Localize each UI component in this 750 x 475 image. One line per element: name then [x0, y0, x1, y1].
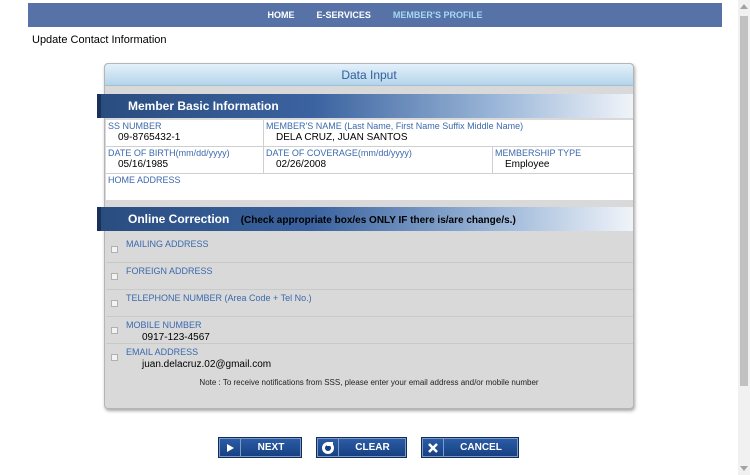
telephone-label: TELEPHONE NUMBER (Area Code + Tel No.)	[126, 293, 312, 303]
correction-row-foreign: FOREIGN ADDRESS	[106, 263, 633, 290]
email-checkbox[interactable]	[111, 354, 118, 361]
scroll-down-icon[interactable]	[740, 466, 748, 471]
mobile-value: 0917-123-4567	[142, 332, 210, 343]
data-input-panel: Data Input Member Basic Information SS N…	[97, 63, 634, 409]
dob-label: DATE OF BIRTH(mm/dd/yyyy)	[108, 148, 230, 158]
foreign-address-checkbox[interactable]	[111, 273, 118, 280]
email-value: juan.delacruz.02@gmail.com	[142, 359, 272, 370]
mailing-address-checkbox[interactable]	[111, 246, 118, 253]
online-correction-header: Online Correction (Check appropriate box…	[97, 207, 633, 231]
ss-number-label: SS NUMBER	[108, 121, 162, 131]
cancel-button-label: CANCEL	[460, 442, 502, 453]
nav-members-profile[interactable]: MEMBER'S PROFILE	[382, 10, 494, 20]
dob-cell: DATE OF BIRTH(mm/dd/yyyy) 05/16/1985	[106, 147, 264, 173]
member-name-cell: MEMBER'S NAME (Last Name, First Name Suf…	[264, 120, 633, 146]
email-label: EMAIL ADDRESS	[126, 347, 199, 357]
clear-button[interactable]: CLEAR	[316, 437, 407, 458]
top-nav: HOME E-SERVICES MEMBER'S PROFILE	[28, 3, 722, 27]
close-icon	[422, 438, 444, 457]
correction-list: MAILING ADDRESS FOREIGN ADDRESS TELEPHON…	[106, 236, 633, 371]
correction-row-mobile: MOBILE NUMBER 0917-123-4567	[106, 317, 633, 344]
member-name-label: MEMBER'S NAME (Last Name, First Name Suf…	[266, 121, 524, 131]
home-address-cell: HOME ADDRESS	[106, 174, 633, 200]
foreign-address-label: FOREIGN ADDRESS	[126, 266, 213, 276]
ss-number-value: 09-8765432-1	[118, 132, 181, 143]
nav-home[interactable]: HOME	[256, 10, 305, 20]
vertical-scrollbar[interactable]	[738, 0, 750, 475]
section-title: Online Correction	[128, 212, 230, 226]
coverage-value: 02/26/2008	[276, 159, 327, 170]
mobile-checkbox[interactable]	[111, 327, 118, 334]
section-hint: (Check appropriate box/es ONLY IF there …	[240, 215, 516, 226]
correction-row-telephone: TELEPHONE NUMBER (Area Code + Tel No.)	[106, 290, 633, 317]
scroll-up-icon[interactable]	[740, 4, 748, 9]
cancel-button[interactable]: CANCEL	[421, 437, 519, 458]
scrollbar-thumb[interactable]	[740, 16, 748, 386]
coverage-cell: DATE OF COVERAGE(mm/dd/yyyy) 02/26/2008	[264, 147, 493, 173]
nav-e-services[interactable]: E-SERVICES	[305, 10, 381, 20]
coverage-label: DATE OF COVERAGE(mm/dd/yyyy)	[266, 148, 412, 158]
next-button[interactable]: NEXT	[218, 437, 302, 458]
panel-header: Data Input	[105, 64, 633, 86]
correction-row-email: EMAIL ADDRESS juan.delacruz.02@gmail.com	[106, 344, 633, 371]
dob-value: 05/16/1985	[118, 159, 169, 170]
next-button-label: NEXT	[257, 442, 285, 453]
play-arrow-icon	[219, 438, 241, 457]
membership-value: Employee	[505, 159, 550, 170]
ss-number-cell: SS NUMBER 09-8765432-1	[106, 120, 264, 146]
member-basic-info-header: Member Basic Information	[97, 94, 633, 118]
page-title: Update Contact Information	[32, 34, 167, 46]
home-address-label: HOME ADDRESS	[108, 175, 181, 185]
mailing-address-label: MAILING ADDRESS	[126, 239, 209, 249]
membership-label: MEMBERSHIP TYPE	[495, 148, 582, 158]
section-title: Member Basic Information	[128, 99, 279, 113]
mobile-label: MOBILE NUMBER	[126, 320, 202, 330]
note-text: Note : To receive notifications from SSS…	[199, 378, 539, 387]
member-info-table: SS NUMBER 09-8765432-1 MEMBER'S NAME (La…	[106, 120, 633, 200]
member-name-value: DELA CRUZ, JUAN SANTOS	[276, 132, 408, 143]
correction-row-mailing: MAILING ADDRESS	[106, 236, 633, 263]
membership-cell: MEMBERSHIP TYPE Employee	[493, 147, 633, 173]
telephone-checkbox[interactable]	[111, 300, 118, 307]
clear-button-label: CLEAR	[355, 442, 390, 453]
eraser-icon	[317, 438, 339, 457]
